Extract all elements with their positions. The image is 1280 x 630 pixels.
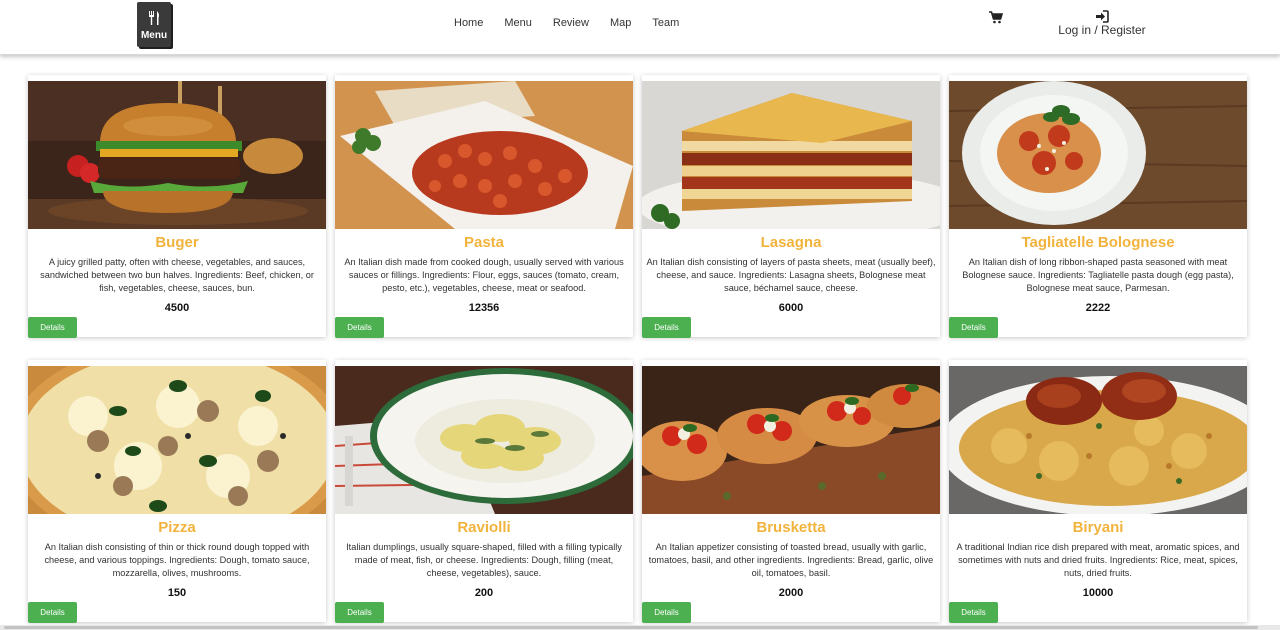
- item-description: An Italian dish made from cooked dough, …: [344, 257, 624, 293]
- menu-card: Pasta An Italian dish made from cooked d…: [335, 75, 633, 338]
- item-price: 2000: [778, 587, 804, 599]
- item-title: Pizza: [158, 519, 196, 536]
- cart-icon[interactable]: [989, 11, 1004, 25]
- menu-card: Raviolli Italian dumplings, usually squa…: [335, 360, 633, 623]
- item-description: An Italian dish of long ribbon-shaped pa…: [962, 257, 1234, 293]
- menu-card: Lasagna An Italian dish consisting of la…: [642, 75, 940, 338]
- item-price: 150: [167, 587, 187, 599]
- menu-card: Tagliatelle Bolognese An Italian dish of…: [949, 75, 1247, 338]
- fork-knife-icon: [137, 11, 171, 27]
- nav-link-menu[interactable]: Menu: [504, 17, 532, 29]
- biryani-image: [949, 366, 1247, 514]
- nav-link-team[interactable]: Team: [652, 17, 679, 29]
- item-description: An Italian dish consisting of layers of …: [646, 257, 936, 293]
- menu-card: Biryani A traditional Indian rice dish p…: [949, 360, 1247, 623]
- item-price: 4500: [164, 302, 190, 314]
- login-icon: [1095, 10, 1109, 23]
- item-title: Pasta: [463, 234, 505, 251]
- item-title: Brusketta: [756, 519, 826, 536]
- details-button[interactable]: Details: [28, 317, 77, 338]
- menu-card: Brusketta An Italian appetizer consistin…: [642, 360, 940, 623]
- item-description: Italian dumplings, usually square-shaped…: [346, 542, 622, 578]
- item-description: An Italian appetizer consisting of toast…: [648, 542, 934, 578]
- item-title: Tagliatelle Bolognese: [1021, 234, 1175, 251]
- item-description: A juicy grilled patty, often with cheese…: [40, 257, 314, 293]
- details-button[interactable]: Details: [949, 317, 998, 338]
- item-title: Lasagna: [760, 234, 822, 251]
- pizza-image: [28, 366, 326, 514]
- ravioli-image: [335, 366, 633, 514]
- nav-link-map[interactable]: Map: [610, 17, 631, 29]
- pasta-image: [335, 81, 633, 229]
- details-button[interactable]: Details: [642, 317, 691, 338]
- tagliatelle-image: [949, 81, 1247, 229]
- scrollbar-thumb[interactable]: [4, 626, 1258, 629]
- item-description: An Italian dish consisting of thin or th…: [44, 542, 310, 578]
- item-price: 200: [474, 587, 494, 599]
- item-price: 10000: [1082, 587, 1114, 599]
- menu-card: Buger A juicy grilled patty, often with …: [28, 75, 326, 338]
- main-nav: Home Menu Review Map Team: [454, 17, 700, 29]
- login-register-link[interactable]: Log in / Register: [1056, 23, 1148, 37]
- bruschetta-image: [642, 366, 940, 514]
- details-button[interactable]: Details: [335, 317, 384, 338]
- item-title: Raviolli: [457, 519, 511, 536]
- item-title: Buger: [155, 234, 199, 251]
- login-register[interactable]: Log in / Register: [1056, 10, 1148, 37]
- nav-link-home[interactable]: Home: [454, 17, 483, 29]
- details-button[interactable]: Details: [335, 602, 384, 623]
- item-title: Biryani: [1072, 519, 1124, 536]
- navbar: Menu Home Menu Review Map Team Log in / …: [0, 0, 1280, 55]
- logo-text: Menu: [140, 30, 168, 41]
- details-button[interactable]: Details: [28, 602, 77, 623]
- details-button[interactable]: Details: [642, 602, 691, 623]
- details-button[interactable]: Details: [949, 602, 998, 623]
- item-price: 12356: [468, 302, 500, 314]
- item-price: 6000: [778, 302, 804, 314]
- item-description: A traditional Indian rice dish prepared …: [956, 542, 1240, 578]
- menu-card: Pizza An Italian dish consisting of thin…: [28, 360, 326, 623]
- lasagna-image: [642, 81, 940, 229]
- item-price: 2222: [1085, 302, 1111, 314]
- nav-link-review[interactable]: Review: [553, 17, 589, 29]
- burger-image: [28, 81, 326, 229]
- menu-logo[interactable]: Menu: [137, 2, 171, 47]
- horizontal-scrollbar[interactable]: [0, 625, 1280, 630]
